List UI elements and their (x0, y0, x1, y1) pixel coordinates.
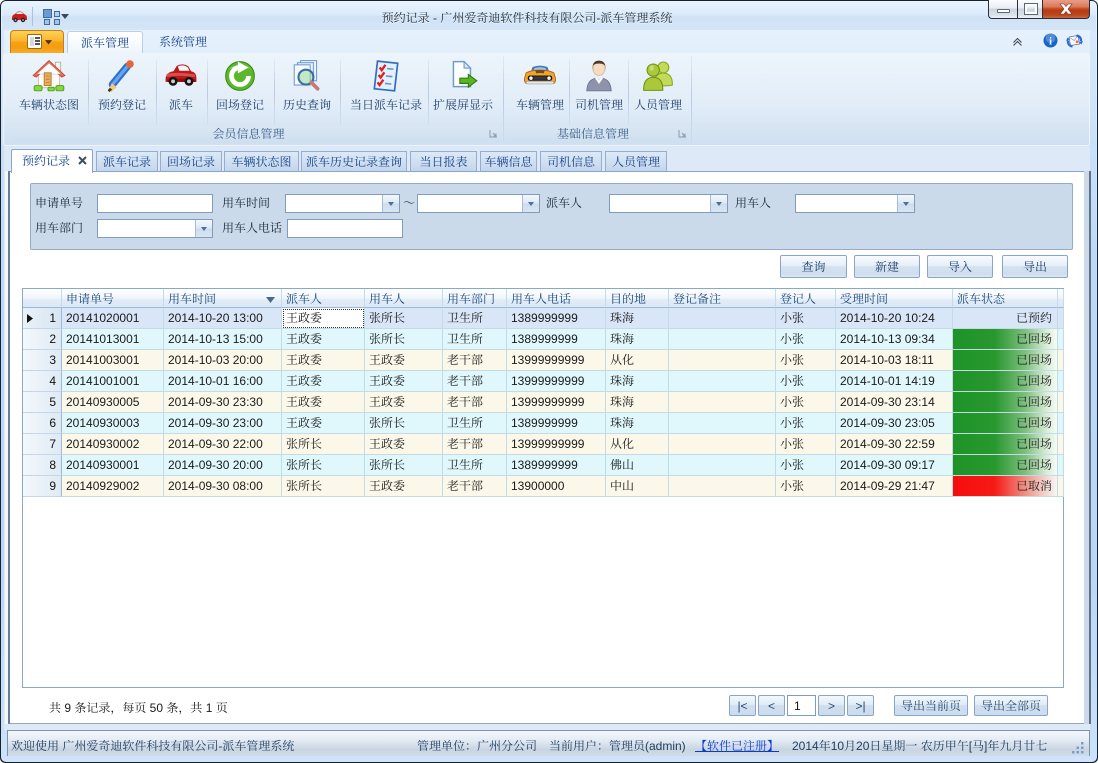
svg-text:i: i (1049, 37, 1052, 48)
